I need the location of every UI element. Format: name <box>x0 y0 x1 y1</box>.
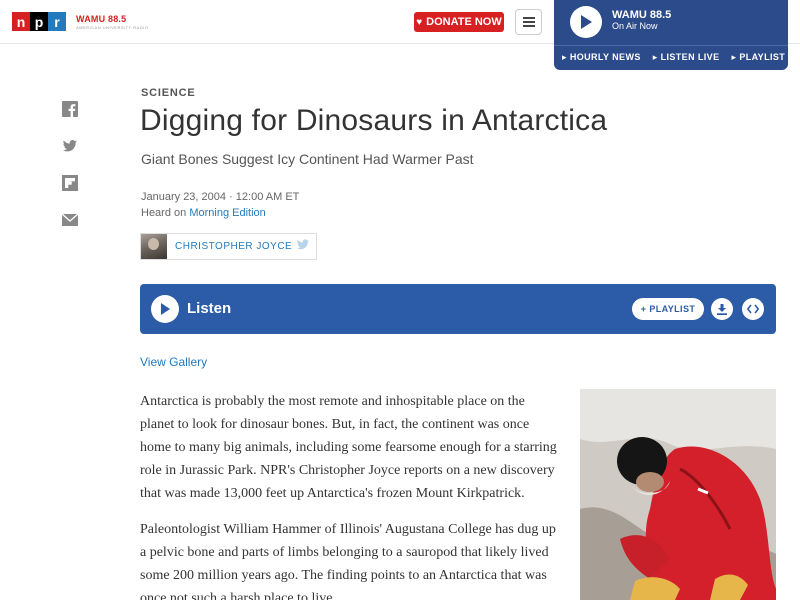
article-photo[interactable] <box>580 389 776 600</box>
article-date: January 23, 2004 · 12:00 AM ET <box>141 191 300 203</box>
paragraph: Antarctica is probably the most remote a… <box>140 394 557 501</box>
author-twitter-icon[interactable] <box>296 238 310 256</box>
player-play-button[interactable] <box>570 6 602 38</box>
station-logo[interactable]: WAMU 88.5 AMERICAN UNIVERSITY RADIO <box>76 14 148 30</box>
twitter-icon[interactable] <box>62 138 78 154</box>
add-to-playlist-button[interactable]: + PLAYLIST <box>632 298 704 320</box>
article-title: Digging for Dinosaurs in Antarctica <box>140 104 608 137</box>
donate-button[interactable]: ♥ DONATE NOW <box>414 12 504 32</box>
live-player: WAMU 88.5 On Air Now ▸ HOURLY NEWS ▸ LIS… <box>554 0 788 70</box>
audio-player: Listen + PLAYLIST <box>140 284 776 334</box>
plus-icon: + <box>640 304 647 314</box>
player-links: ▸ HOURLY NEWS ▸ LISTEN LIVE ▸ PLAYLIST <box>554 45 788 69</box>
facebook-icon[interactable] <box>62 101 78 117</box>
embed-button[interactable] <box>742 298 764 320</box>
paragraph: Paleontologist William Hammer of Illinoi… <box>140 522 556 600</box>
share-tools <box>61 101 79 228</box>
download-button[interactable] <box>711 298 733 320</box>
flipboard-icon[interactable] <box>62 175 78 191</box>
heard-on: Heard on Morning Edition <box>141 207 266 219</box>
hamburger-icon <box>522 17 535 27</box>
program-link[interactable]: Morning Edition <box>189 207 265 219</box>
play-icon <box>161 303 170 315</box>
download-icon <box>717 303 727 315</box>
npr-logo[interactable]: npr <box>12 12 66 31</box>
listen-play-button[interactable] <box>151 295 179 323</box>
photo-illustration <box>580 389 776 600</box>
section-label[interactable]: SCIENCE <box>141 87 196 99</box>
byline: CHRISTOPHER JOYCE <box>140 233 317 260</box>
play-icon <box>581 15 592 29</box>
player-status: On Air Now <box>612 21 658 31</box>
heard-on-prefix: Heard on <box>141 207 187 219</box>
station-logo-name: WAMU 88.5 <box>76 14 127 24</box>
email-icon[interactable] <box>61 212 79 228</box>
author-avatar[interactable] <box>141 234 167 259</box>
player-link-playlist[interactable]: ▸ PLAYLIST <box>731 52 785 63</box>
article-body: Antarctica is probably the most remote a… <box>140 390 560 600</box>
player-link-hourly-news[interactable]: ▸ HOURLY NEWS <box>562 52 641 63</box>
listen-label[interactable]: Listen <box>187 300 231 317</box>
donate-label: DONATE NOW <box>426 16 502 28</box>
playlist-label: PLAYLIST <box>649 304 696 314</box>
menu-button[interactable] <box>515 9 542 35</box>
station-logo-tagline: AMERICAN UNIVERSITY RADIO <box>76 25 149 30</box>
heart-icon: ♥ <box>416 16 423 28</box>
author-link[interactable]: CHRISTOPHER JOYCE <box>175 241 296 252</box>
article-subtitle: Giant Bones Suggest Icy Continent Had Wa… <box>141 151 474 167</box>
view-gallery-link[interactable]: View Gallery <box>140 355 207 369</box>
embed-icon <box>747 304 759 314</box>
player-link-listen-live[interactable]: ▸ LISTEN LIVE <box>653 52 720 63</box>
player-station: WAMU 88.5 <box>612 9 672 21</box>
